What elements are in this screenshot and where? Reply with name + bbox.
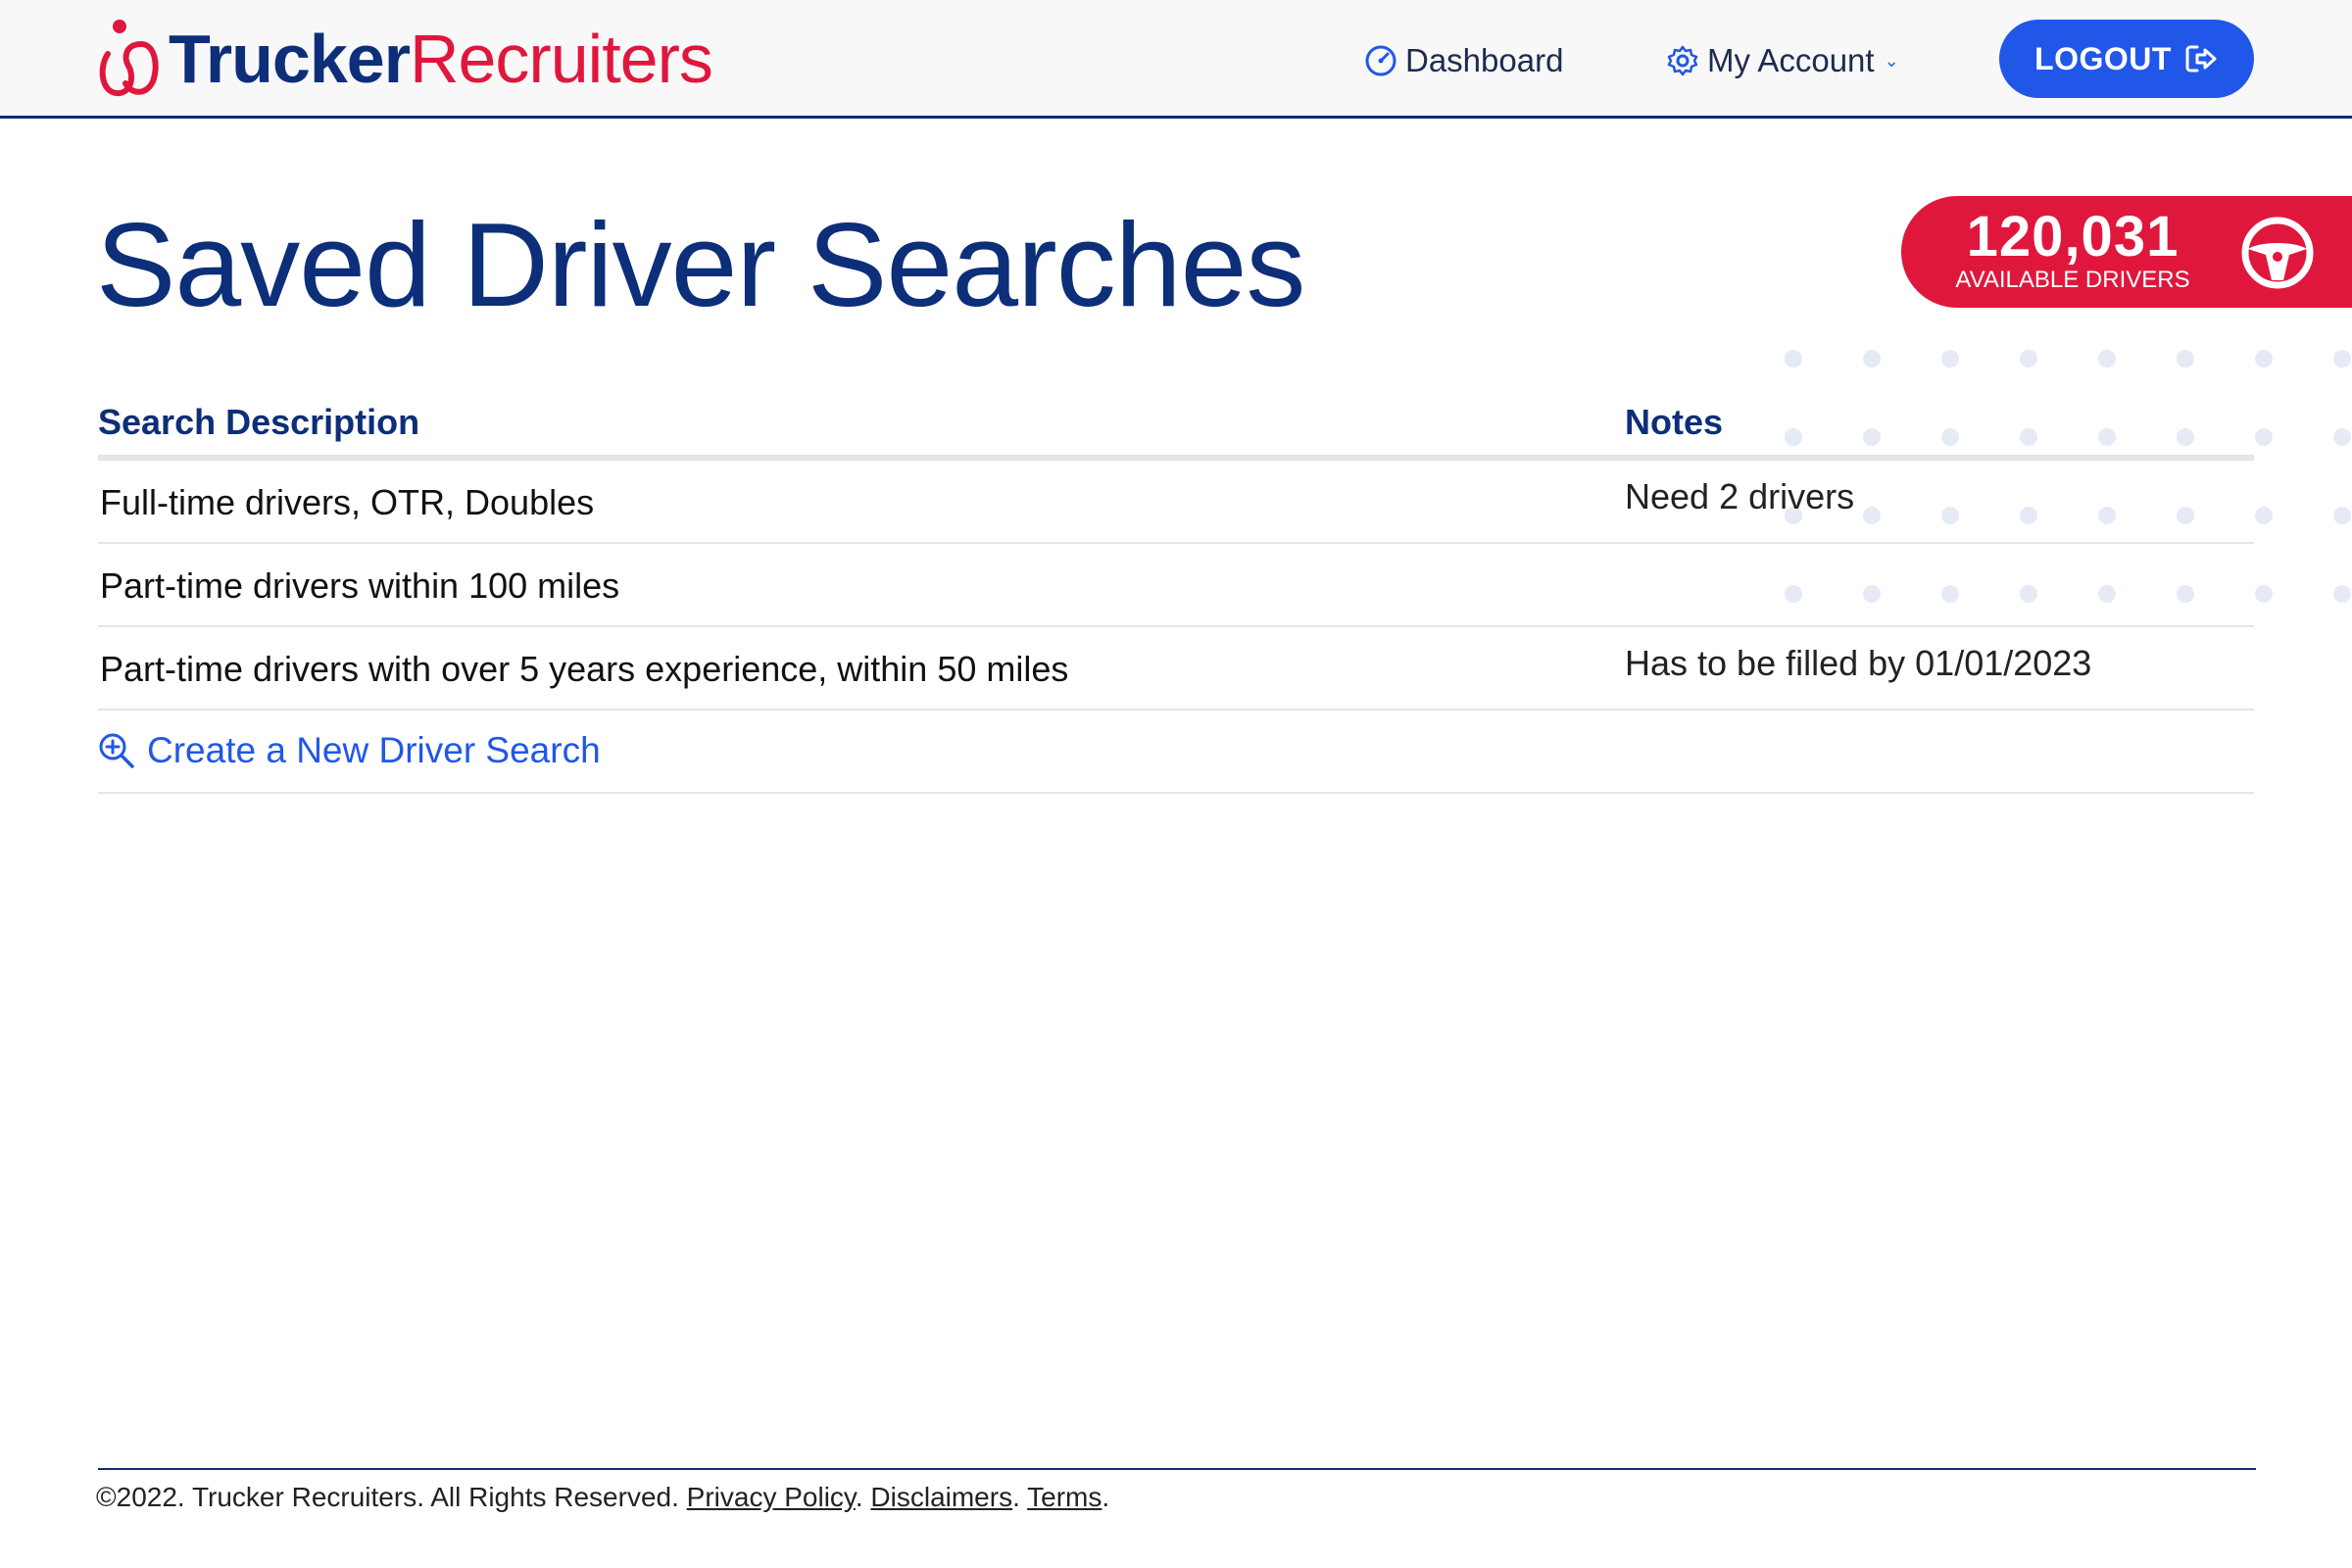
nav-my-account-label: My Account [1707,42,1875,78]
create-new-driver-search-link[interactable]: Create a New Driver Search [98,730,601,771]
disclaimers-link[interactable]: Disclaimers [870,1482,1012,1512]
logo-text-recruiters: Recruiters [409,21,713,97]
footer-copyright: ©2022. Trucker Recruiters. All Rights Re… [96,1482,679,1512]
footer-separator: . [855,1482,863,1512]
logo-text-trucker: Trucker [169,21,411,97]
gear-icon [1667,45,1698,76]
nav-dashboard-link[interactable]: Dashboard [1364,37,1563,84]
table-row[interactable]: Part-time drivers with over 5 years expe… [98,627,2254,710]
column-header-search-description: Search Description [98,402,420,442]
logo-text: TruckerRecruiters [169,24,713,93]
notes-cell: Has to be filled by 01/01/2023 [1625,643,2092,683]
available-drivers-label: AVAILABLE DRIVERS [1955,267,2190,293]
footer-separator: . [1012,1482,1020,1512]
saved-searches-table: Search Description Notes Full-time drive… [98,392,2254,794]
search-description-cell: Part-time drivers within 100 miles [100,565,620,606]
chevron-down-icon: ⌄ [1884,50,1899,71]
footer-divider [98,1468,2256,1470]
logo-mark-icon [99,20,159,96]
steering-wheel-icon [2241,217,2314,289]
logout-icon [2185,45,2217,73]
table-row[interactable]: Part-time drivers within 100 miles [98,544,2254,627]
search-description-cell: Full-time drivers, OTR, Doubles [100,482,595,522]
table-header: Search Description Notes [98,392,2254,461]
terms-link[interactable]: Terms [1027,1482,1102,1512]
search-description-cell: Part-time drivers with over 5 years expe… [100,649,1069,689]
page-title: Saved Driver Searches [96,198,1305,331]
column-header-notes: Notes [1625,402,1724,442]
logout-label: LOGOUT [2034,40,2172,76]
trucker-recruiters-logo[interactable]: TruckerRecruiters [96,14,713,104]
notes-cell: Need 2 drivers [1625,476,1855,516]
top-header: TruckerRecruiters Dashboard My Account ⌄… [0,0,2352,119]
privacy-policy-link[interactable]: Privacy Policy [687,1482,856,1512]
footer-separator: . [1102,1482,1110,1512]
zoom-in-icon [99,733,134,768]
nav-my-account-menu[interactable]: My Account ⌄ [1666,37,1899,84]
create-new-driver-search-label: Create a New Driver Search [147,730,601,770]
create-search-row: Create a New Driver Search [98,710,2254,794]
table-row[interactable]: Full-time drivers, OTR, Doubles Need 2 d… [98,461,2254,544]
gauge-icon [1365,45,1396,76]
nav-dashboard-label: Dashboard [1405,42,1564,78]
available-drivers-count: 120,031 [1966,205,2180,269]
available-drivers-badge: 120,031 AVAILABLE DRIVERS [1901,196,2352,308]
logout-button[interactable]: LOGOUT [1999,20,2254,98]
footer: ©2022. Trucker Recruiters. All Rights Re… [96,1482,1109,1513]
